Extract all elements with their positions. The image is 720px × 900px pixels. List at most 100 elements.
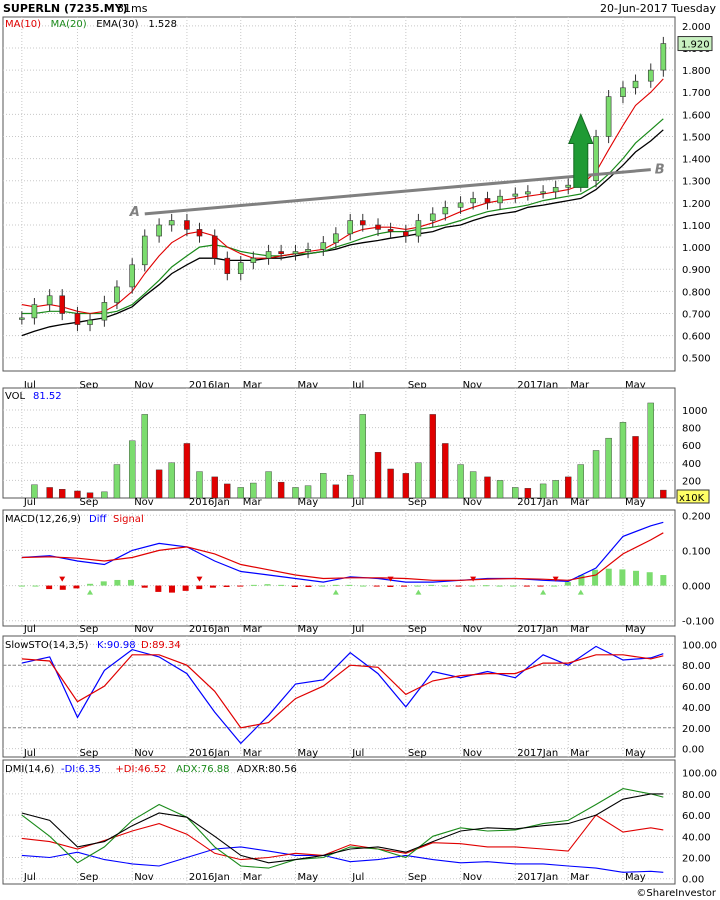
macd-hist-bar [414,585,421,587]
x-tick-label: Nov [463,624,483,635]
panel-frame [2,509,676,627]
y-tick-label: 1.000 [682,243,711,254]
x-tick-label: 2017Jan [517,497,558,508]
y-tick-label: 100.00 [682,769,717,780]
candle [31,304,38,319]
volume-bar [332,484,340,499]
legend-ma10: MA(10) [5,19,41,30]
volume-bar [496,480,504,499]
macd-hist-bar [455,585,462,587]
volume-bar [402,473,410,499]
last-price-value: 1.920 [681,40,710,51]
x-tick-label: 2016Jan [189,624,230,635]
candle [565,184,572,188]
chart-date: 20-Jun-2017 Tuesday [600,2,716,15]
candle [347,220,354,235]
x-tick-label: Sep [79,872,98,883]
x-tick-label: May [625,748,646,759]
y-tick-label: 0.500 [682,354,711,365]
x-tick-label: Sep [408,748,427,759]
volume-bar [31,484,38,499]
candle [305,249,311,252]
x-tick-label: Sep [79,497,98,508]
volume-bar [155,469,163,499]
y-tick-label: 0.000 [682,582,711,593]
macd-hist-bar [209,585,216,588]
volume-bar [512,487,519,499]
macd-hist-bar [87,583,94,586]
y-tick-label: 0.900 [682,265,711,276]
volume-bar [359,414,366,499]
candle [141,235,148,266]
macd-hist-bar [646,572,653,586]
legend-ma20: MA(20) [51,19,87,30]
macd-hist-bar [196,585,203,590]
y-tick-label: 1.800 [682,66,711,77]
candle [156,224,162,237]
volume-bar [552,480,559,499]
volume-bar [442,443,449,499]
volume-bar [347,474,354,499]
x-tick-label: Jul [23,748,36,759]
macd-hist-bar [237,585,244,587]
macd-hist-bar [250,584,257,586]
macd-hist-bar [128,579,135,586]
candle [211,235,218,259]
candle [359,220,366,226]
volume-bar [224,483,231,499]
macd-hist-bar [182,585,189,591]
macd-legend-diff: Diff [89,514,107,525]
x-tick-label: Nov [134,624,154,635]
candle [87,319,93,325]
candle [278,251,284,255]
stock-chart: SUPERLN (7235.MY) 31ms 20-Jun-2017 Tuesd… [2,2,717,899]
y-tick-label: 1.700 [682,88,711,99]
volume-bar [320,473,327,499]
y-tick-label: 60.00 [682,682,711,693]
y-tick-label: 2.000 [682,22,711,33]
candle [415,220,422,237]
macd-hist-bar [291,585,298,587]
trend-label-b: B [655,163,665,178]
x-tick-label: May [297,748,318,759]
macd-hist-bar [332,584,339,586]
macd-title: MACD(12,26,9) [5,514,81,525]
candle [387,229,394,232]
macd-hist-bar [59,585,66,590]
volume-bar [592,450,600,499]
candle [74,313,81,325]
volume-bar [457,464,464,499]
volume-bar [265,471,272,499]
macd-hist-bar [360,585,367,587]
macd-hist-bar [510,585,517,587]
macd-hist-bar [141,585,148,588]
volume-bar [141,414,148,499]
y-tick-label: 1.500 [682,132,711,143]
candle [265,251,272,259]
elapsed-time: 31ms [117,2,148,15]
x-tick-label: Mar [243,497,263,508]
y-tick-label: 400 [682,459,701,470]
macd-hist-bar [633,570,640,586]
candle [457,202,464,208]
volume-bar [565,476,572,499]
x-tick-label: Jul [351,624,364,635]
candle [429,213,436,221]
legend-ema30: EMA(30) [96,19,138,30]
candle [512,193,519,197]
volume-bar [632,436,639,499]
macd-hist-bar [100,581,107,586]
y-tick-label: 1000 [682,406,707,417]
macd-hist-bar [73,585,80,589]
candle [114,286,120,303]
x-tick-label: Jul [23,497,36,508]
macd-hist-bar [278,584,285,586]
candle [620,87,626,97]
x-tick-label: Nov [134,748,154,759]
x-tick-label: 2016Jan [189,748,230,759]
y-tick-label: 100.00 [682,640,717,651]
candle [101,302,108,321]
macd-hist-bar [564,582,571,586]
x-tick-label: Sep [79,624,98,635]
x-tick-label: May [625,872,646,883]
